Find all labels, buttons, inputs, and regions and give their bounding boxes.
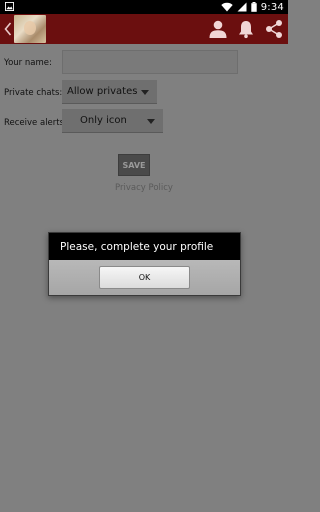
dropdown-arrow-icon: [147, 119, 155, 124]
avatar[interactable]: [14, 15, 46, 43]
status-indicators: 9:34: [221, 0, 284, 14]
share-icon[interactable]: [264, 19, 284, 39]
profile-icon[interactable]: [208, 19, 228, 39]
wifi-icon: [221, 2, 233, 12]
photo-icon: [5, 2, 14, 11]
avatar-face: [24, 21, 36, 35]
action-bar: [0, 14, 288, 44]
receive-alerts-spinner[interactable]: Only icon: [62, 109, 163, 133]
signal-icon: [237, 2, 247, 12]
back-chevron-icon[interactable]: [3, 20, 13, 38]
action-bar-icons: [208, 14, 284, 44]
status-bar: 9:34: [0, 0, 288, 14]
save-button[interactable]: SAVE: [118, 154, 150, 176]
private-chats-value: Allow privates: [67, 86, 138, 97]
receive-alerts-value: Only icon: [80, 115, 127, 126]
dialog-button-bar: OK: [49, 260, 240, 295]
private-chats-spinner[interactable]: Allow privates: [62, 80, 157, 104]
ok-button[interactable]: OK: [99, 266, 190, 289]
bell-icon[interactable]: [236, 19, 256, 39]
private-chats-label: Private chats:: [4, 88, 63, 98]
clock: 9:34: [260, 1, 284, 13]
receive-alerts-label: Receive alerts:: [4, 118, 67, 128]
privacy-policy-link[interactable]: Privacy Policy: [0, 183, 288, 193]
profile-dialog: Please, complete your profile OK: [48, 232, 241, 296]
dialog-message: Please, complete your profile: [49, 233, 240, 260]
dropdown-arrow-icon: [141, 90, 149, 95]
name-input[interactable]: [62, 50, 238, 74]
name-label: Your name:: [4, 58, 52, 68]
battery-icon: [251, 2, 257, 12]
